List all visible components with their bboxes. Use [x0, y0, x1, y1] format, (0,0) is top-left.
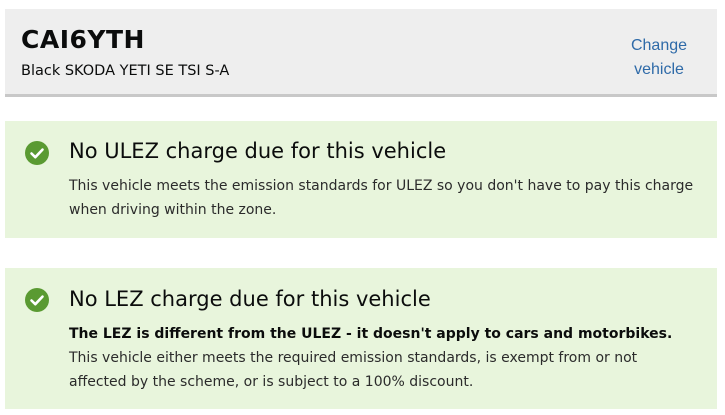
check-circle-icon: [25, 288, 49, 312]
change-vehicle-link-line1: Change: [630, 37, 688, 54]
lez-result-panel: No LEZ charge due for this vehicle The L…: [5, 268, 717, 409]
ulez-result-panel: No ULEZ charge due for this vehicle This…: [5, 121, 717, 238]
change-vehicle-link-line2: vehicle: [634, 61, 684, 78]
vehicle-summary: CAI6YTH Black SKODA YETI SE TSI S-A Chan…: [5, 9, 717, 97]
check-circle-icon: [25, 141, 49, 165]
lez-title: No LEZ charge due for this vehicle: [69, 287, 431, 311]
lez-description-rest: This vehicle either meets the required e…: [69, 350, 638, 390]
ulez-description: This vehicle meets the emission standard…: [69, 178, 694, 218]
lez-description: The LEZ is different from the ULEZ - it …: [69, 322, 699, 394]
vehicle-registration: CAI6YTH: [21, 25, 145, 54]
change-vehicle-link[interactable]: Change vehicle: [611, 34, 707, 82]
lez-description-bold: The LEZ is different from the ULEZ - it …: [69, 326, 673, 342]
vehicle-description: Black SKODA YETI SE TSI S-A: [21, 63, 230, 79]
ulez-title: No ULEZ charge due for this vehicle: [69, 139, 447, 163]
